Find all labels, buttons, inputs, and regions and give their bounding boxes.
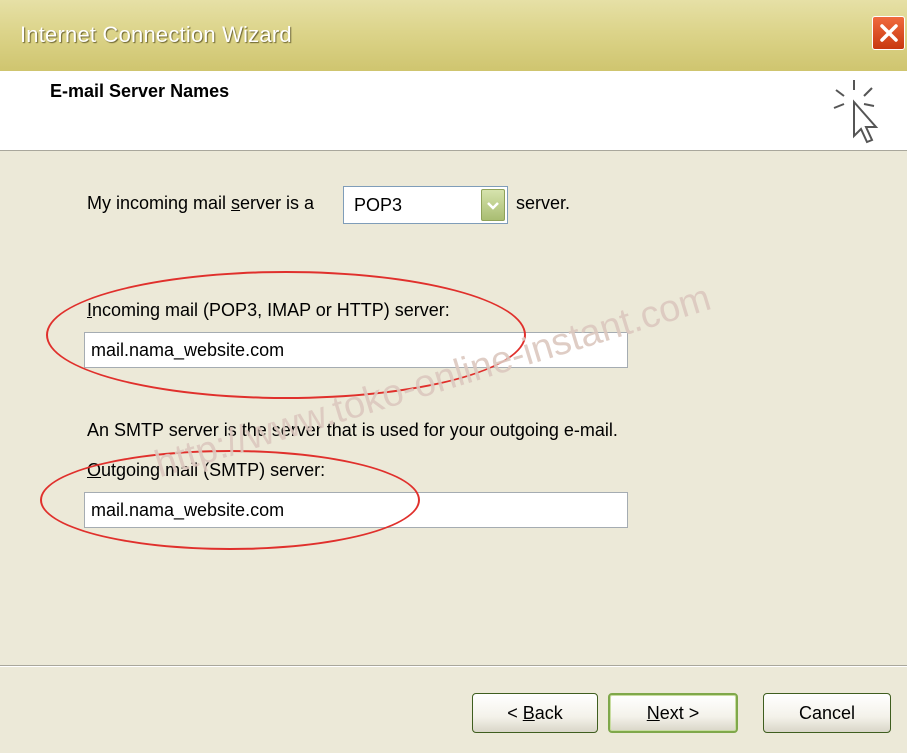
cursor-sparkle-icon xyxy=(833,80,879,144)
server-suffix-label: server. xyxy=(516,193,571,213)
server-type-select[interactable]: POP3 xyxy=(343,186,508,224)
next-button[interactable]: Next > xyxy=(608,693,738,733)
window-title: Internet Connection Wizard xyxy=(20,22,292,47)
close-icon xyxy=(880,24,898,42)
cancel-button[interactable]: Cancel xyxy=(763,693,891,733)
incoming-type-label: My incoming mail server is a xyxy=(87,193,315,213)
back-button[interactable]: < Back xyxy=(472,693,598,733)
close-button[interactable] xyxy=(872,16,905,50)
server-type-value: POP3 xyxy=(354,195,403,215)
wizard-header: E-mail Server Names xyxy=(0,71,907,151)
chevron-down-icon xyxy=(487,202,499,210)
footer-divider xyxy=(0,665,907,667)
title-bar: Internet Connection Wizard xyxy=(0,0,907,71)
server-type-dropdown-button[interactable] xyxy=(481,189,505,221)
page-title: E-mail Server Names xyxy=(50,81,230,101)
